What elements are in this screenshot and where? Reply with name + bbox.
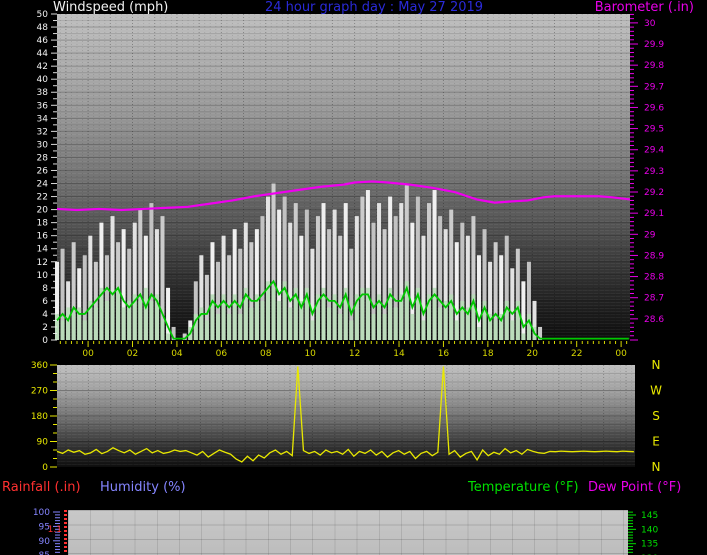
axis-tick-label: 00 (82, 349, 94, 359)
axis-tick-label: 08 (260, 349, 272, 359)
axis-tick-label: 8 (42, 284, 48, 294)
axis-tick-label: 10 (304, 349, 316, 359)
axis-tick-label: 90 (37, 438, 49, 448)
compass-label-e-3: E (652, 435, 660, 449)
rainfall-axis-title: Rainfall (.in) (2, 480, 81, 495)
compass-label-s-2: S (652, 409, 660, 423)
axis-tick-label: 34 (37, 114, 49, 124)
axis-tick-label: 29.9 (644, 40, 664, 50)
axis-tick-label: 135 (641, 540, 658, 550)
axis-tick-label: 29.1 (644, 209, 664, 219)
axis-tick-label: 12 (349, 349, 360, 359)
temperature-axis-title: Temperature (°F) (468, 480, 579, 495)
axis-tick-label: 140 (641, 525, 658, 535)
axis-tick-label: 16 (438, 349, 450, 359)
axis-tick-label: 30 (644, 19, 656, 29)
windspeed-barometer-plot-area (55, 14, 631, 340)
axis-tick-label: 180 (31, 412, 48, 422)
axis-tick-label: 10 (37, 271, 49, 281)
axis-tick-label: 36 (37, 101, 49, 111)
weather-graph-window: Windspeed (mph) 24 hour graph day : May … (0, 0, 707, 555)
axis-tick-label: 00 (615, 349, 627, 359)
axis-tick-label: 30 (37, 140, 49, 150)
axis-tick-label: 29.7 (644, 82, 664, 92)
axis-tick-label: 42 (37, 62, 48, 72)
axis-tick-label: 95 (39, 522, 50, 532)
axis-tick-label: 29.3 (644, 167, 664, 177)
axis-tick-label: 44 (37, 49, 49, 59)
axis-tick-label: 6 (42, 297, 48, 307)
compass-label-n-4: N (652, 460, 661, 474)
axis-tick-label: 20 (527, 349, 539, 359)
axis-tick-label: 20 (37, 206, 49, 216)
axis-tick-label: 18 (482, 349, 494, 359)
axis-tick-label: 14 (37, 245, 49, 255)
wind-direction-chart (56, 365, 635, 467)
humidity-rain-temp-chart (68, 510, 628, 555)
axis-tick-label: 4 (42, 310, 48, 320)
axis-tick-label: 16 (37, 232, 49, 242)
axis-tick-label: 29.2 (644, 188, 664, 198)
axis-tick-label: 28.8 (644, 273, 664, 283)
axis-tick-label: 28.7 (644, 294, 664, 304)
axis-tick-label: 50 (37, 10, 49, 20)
wind-direction-plot-area (56, 365, 635, 467)
axis-tick-label: 270 (31, 387, 48, 397)
axis-tick-label: 02 (127, 349, 138, 359)
axis-tick-label: 29.8 (644, 61, 664, 71)
axis-tick-label: 29.4 (644, 146, 664, 156)
axis-tick-label: 46 (37, 36, 49, 46)
axis-tick-label: 29.5 (644, 125, 664, 135)
axis-tick-label: 14 (393, 349, 405, 359)
axis-tick-label: 28.6 (644, 315, 664, 325)
compass-label-w-1: W (650, 384, 662, 398)
compass-label-n-0: N (652, 358, 661, 372)
axis-tick-label: 12 (37, 258, 48, 268)
axis-tick-label: 2 (42, 323, 48, 333)
axis-tick-label: 145 (641, 511, 658, 521)
axis-tick-label: 85 (39, 551, 50, 555)
axis-tick-label: 40 (37, 75, 49, 85)
dew-point-axis-title: Dew Point (°F) (588, 480, 682, 495)
axis-tick-label: 06 (216, 349, 228, 359)
axis-tick-label: 90 (39, 537, 51, 547)
axis-tick-label: 24 (37, 180, 49, 190)
axis-tick-label: 100 (33, 508, 50, 518)
axis-tick-label: 26 (37, 166, 49, 176)
axis-tick-label: 0 (42, 463, 48, 473)
axis-tick-label: 22 (571, 349, 582, 359)
windspeed-barometer-chart (55, 14, 631, 340)
axis-tick-label: 48 (37, 23, 49, 33)
axis-tick-label: 29 (644, 230, 656, 240)
axis-tick-label: 38 (37, 88, 49, 98)
axis-tick-label: 28 (37, 153, 49, 163)
axis-tick-label: 32 (37, 127, 48, 137)
axis-tick-label: 360 (31, 361, 48, 371)
axis-tick-label: 0 (42, 336, 48, 346)
axis-tick-label: 22 (37, 193, 48, 203)
rainfall-scale-label: 1.1 (48, 525, 62, 535)
axis-tick-label: 04 (171, 349, 183, 359)
axis-tick-label: 29.6 (644, 103, 664, 113)
axis-tick-label: 18 (37, 219, 49, 229)
axis-tick-label: 28.9 (644, 251, 664, 261)
humidity-axis-title: Humidity (%) (100, 480, 186, 495)
